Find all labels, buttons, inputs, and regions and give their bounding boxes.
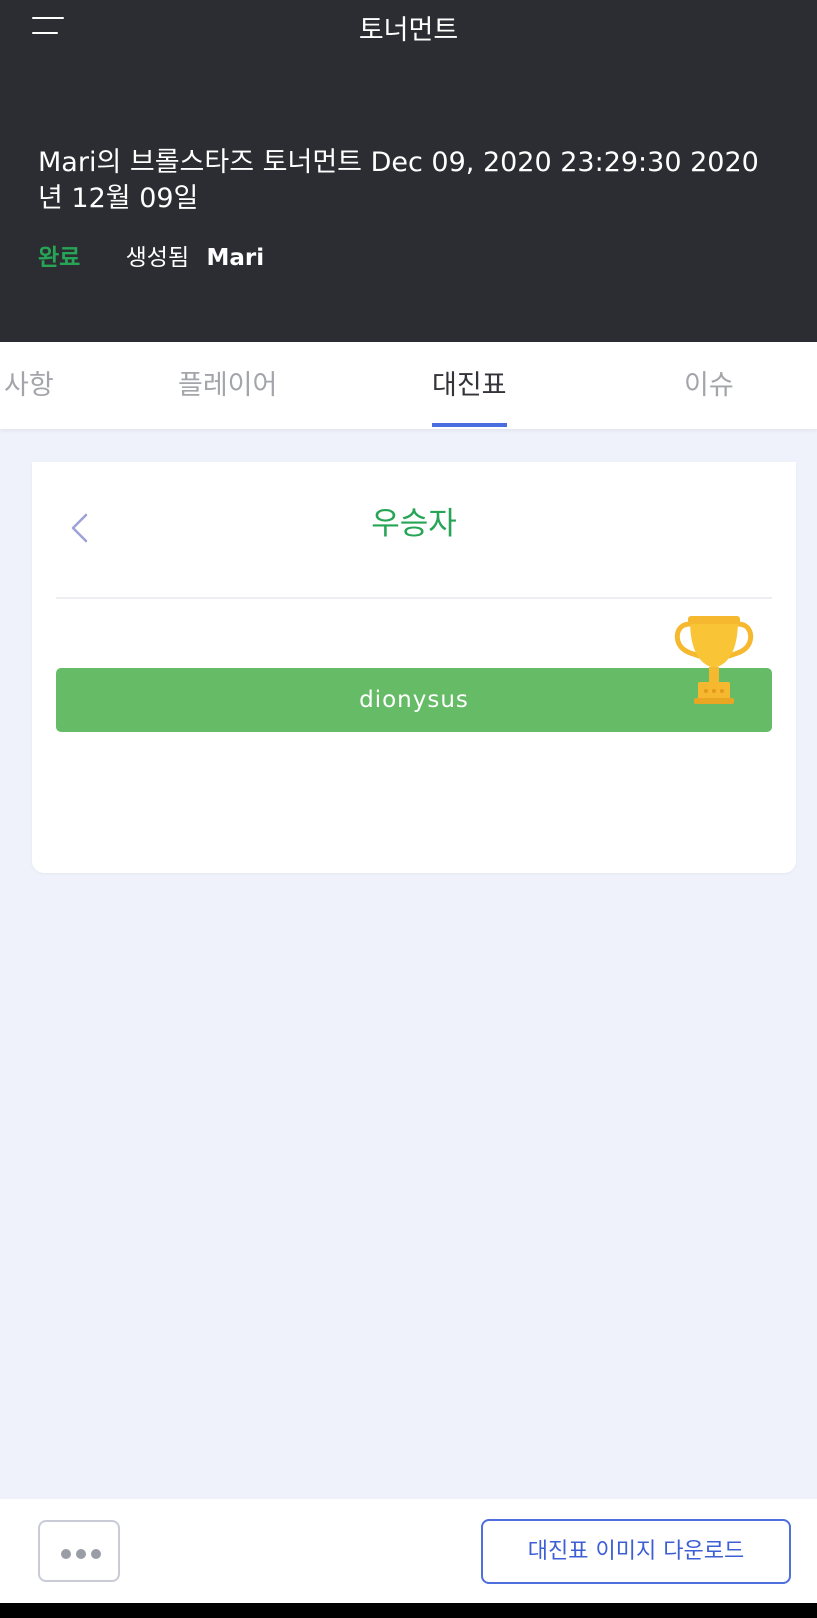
tab-label: 사항: [4, 370, 54, 401]
tab-bracket[interactable]: 대진표: [432, 342, 507, 429]
scrolled-content-edge: [62, 462, 512, 468]
divider: [56, 597, 772, 599]
app-header: 토너먼트 Mari의 브롤스타즈 토너먼트 Dec 09, 2020 23:29…: [0, 0, 817, 342]
status-badge: 완료: [38, 245, 81, 271]
system-nav-bar: [0, 1603, 817, 1618]
tab-issues[interactable]: 이슈: [684, 342, 734, 429]
download-bracket-image-button[interactable]: 대진표 이미지 다운로드: [481, 1519, 791, 1584]
more-button[interactable]: [38, 1520, 120, 1582]
download-label: 대진표 이미지 다운로드: [527, 1539, 745, 1564]
tab-label: 플레이어: [178, 370, 278, 401]
tournament-title: Mari의 브롤스타즈 토너먼트 Dec 09, 2020 23:29:30 2…: [38, 147, 759, 214]
winner-entry[interactable]: dionysus: [56, 668, 772, 732]
bottom-bar: 대진표 이미지 다운로드: [0, 1499, 817, 1603]
tab-label: 이슈: [684, 370, 734, 401]
more-icon: [61, 1549, 101, 1559]
trophy-icon: [672, 612, 756, 708]
round-title: 우승자: [371, 506, 457, 542]
app-title: 토너먼트: [358, 15, 459, 46]
tab-bar: 사항 플레이어 대진표 이슈: [0, 342, 817, 429]
tab-notice[interactable]: 사항: [4, 342, 54, 429]
tournament-meta: 완료 생성됨 Mari: [38, 243, 264, 273]
created-label: 생성됨: [125, 245, 190, 271]
author-name: Mari: [206, 245, 265, 271]
bracket-card: 우승자 dionysus: [32, 462, 796, 873]
tab-label: 대진표: [432, 370, 507, 401]
winner-name: dionysus: [359, 687, 469, 713]
active-tab-indicator: [432, 423, 507, 427]
tab-players[interactable]: 플레이어: [178, 342, 277, 429]
